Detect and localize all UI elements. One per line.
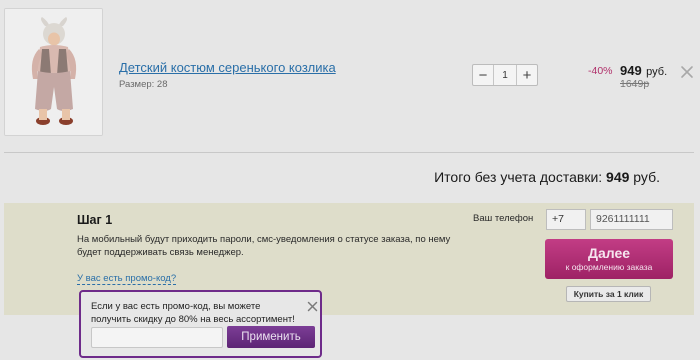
next-checkout-button[interactable]: Далее к оформлению заказа <box>545 239 673 279</box>
promo-code-link[interactable]: У вас есть промо-код? <box>77 273 177 285</box>
total-currency: руб. <box>633 169 660 185</box>
remove-item-close-icon[interactable] <box>679 64 695 80</box>
step-title: Шаг 1 <box>77 213 113 227</box>
phone-number-field[interactable]: 9261111111 <box>590 209 673 230</box>
goat-costume-illustration <box>5 9 102 135</box>
promo-code-input[interactable] <box>91 327 223 348</box>
quantity-decrease-button[interactable]: − <box>473 65 494 85</box>
old-price: 1649р <box>620 78 650 90</box>
order-total: Итого без учета доставки: 949 руб. <box>434 169 660 185</box>
price-currency: руб. <box>646 66 668 78</box>
quantity-increase-button[interactable]: + <box>516 65 537 85</box>
phone-label: Ваш телефон <box>473 213 534 224</box>
price-value: 949 <box>620 63 642 78</box>
total-label: Итого без учета доставки: <box>434 169 603 185</box>
apply-promo-button[interactable]: Применить <box>227 326 315 348</box>
total-amount: 949 <box>606 169 630 185</box>
promo-code-popup: Если у вас есть промо-код, вы можете пол… <box>79 290 322 358</box>
promo-popup-text: Если у вас есть промо-код, вы можете пол… <box>91 301 295 325</box>
product-name-link[interactable]: Детский костюм серенького козлика <box>119 60 336 75</box>
step-description: На мобильный будут приходить пароли, смс… <box>77 234 451 258</box>
popup-close-icon[interactable] <box>307 299 318 312</box>
next-button-sublabel: к оформлению заказа <box>565 262 653 272</box>
product-size: Размер: 28 <box>119 79 168 90</box>
divider <box>4 152 694 153</box>
quantity-stepper[interactable]: − 1 + <box>472 64 538 86</box>
discount-badge: -40% <box>588 65 613 77</box>
buy-one-click-button[interactable]: Купить за 1 клик <box>566 286 651 302</box>
quantity-value[interactable]: 1 <box>494 65 516 85</box>
product-image[interactable] <box>4 8 103 136</box>
next-button-label: Далее <box>587 245 631 261</box>
phone-country-code-field[interactable]: +7 <box>546 209 586 230</box>
